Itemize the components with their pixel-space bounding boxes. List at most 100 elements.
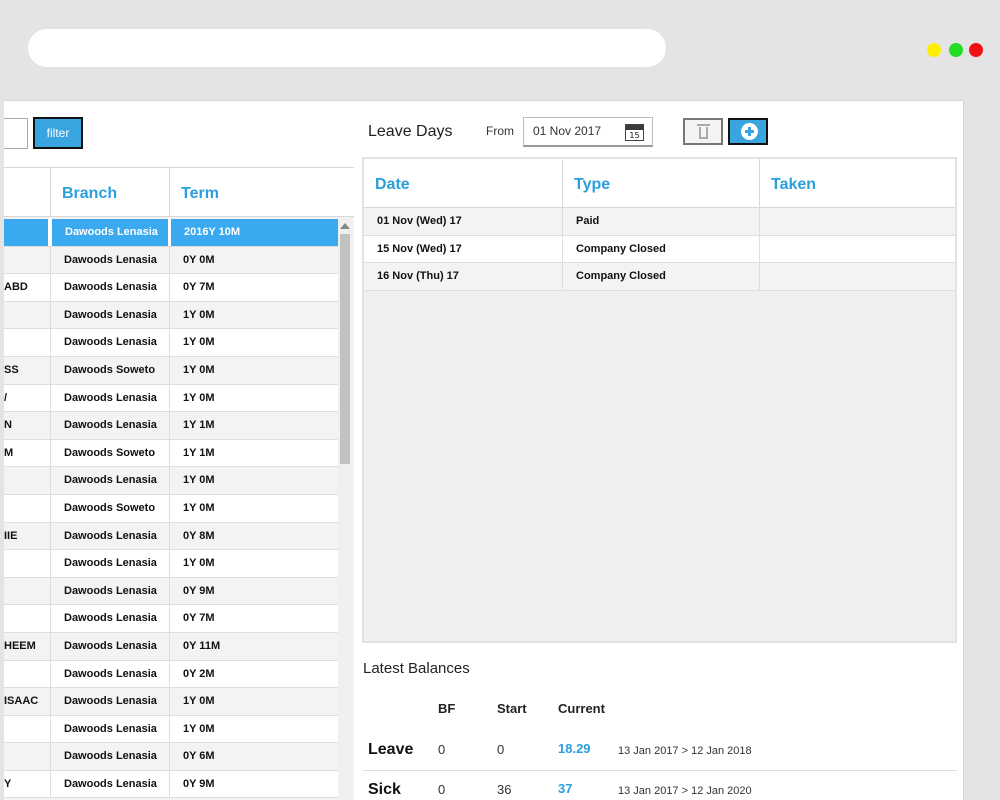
table-row[interactable]: Dawoods Lenasia 1Y 0M — [4, 467, 338, 495]
employee-name-cell — [4, 329, 48, 356]
latest-balances-title: Latest Balances — [363, 660, 470, 677]
employee-name-cell — [4, 605, 48, 632]
employee-name-cell — [4, 743, 48, 770]
table-row[interactable]: ISAAC Dawoods Lenasia 1Y 0M — [4, 688, 338, 716]
employee-grid-scrollbar[interactable] — [338, 219, 352, 800]
from-date-picker[interactable]: 01 Nov 2017 15 — [523, 117, 653, 147]
table-row[interactable]: N Dawoods Lenasia 1Y 1M — [4, 412, 338, 440]
leave-date-cell: 15 Nov (Wed) 17 — [377, 242, 462, 255]
balance-header-bf: BF — [438, 701, 456, 716]
branch-cell: Dawoods Lenasia — [50, 219, 168, 246]
term-cell: 0Y 7M — [169, 274, 338, 302]
table-row[interactable]: M Dawoods Soweto 1Y 1M — [4, 439, 338, 468]
term-cell: 0Y 11M — [169, 632, 338, 660]
branch-cell: Dawoods Lenasia — [50, 467, 168, 495]
leave-type-cell: Paid — [562, 208, 759, 235]
table-row[interactable]: / Dawoods Lenasia 1Y 0M — [4, 384, 338, 413]
employee-name-cell — [4, 302, 48, 329]
employee-name-cell: ABD — [4, 281, 28, 294]
table-row[interactable]: Dawoods Lenasia 0Y 7M — [4, 605, 338, 633]
branch-cell: Dawoods Soweto — [50, 356, 168, 384]
leave-days-title: Leave Days — [368, 123, 453, 140]
scroll-up-icon[interactable] — [340, 223, 350, 229]
branch-cell: Dawoods Soweto — [50, 494, 168, 522]
leave-taken-cell — [759, 208, 957, 235]
branch-cell: Dawoods Lenasia — [50, 743, 168, 771]
employee-name-cell — [4, 716, 48, 743]
table-row[interactable]: Dawoods Lenasia 1Y 0M — [4, 715, 338, 744]
column-header-type[interactable]: Type — [562, 159, 759, 208]
branch-cell: Dawoods Lenasia — [50, 384, 168, 412]
term-cell: 1Y 0M — [169, 494, 338, 522]
trash-icon — [697, 124, 710, 139]
column-header-date[interactable]: Date — [364, 159, 562, 208]
branch-cell: Dawoods Lenasia — [50, 550, 168, 578]
table-row[interactable]: Dawoods Soweto 1Y 0M — [4, 494, 338, 523]
column-header-name[interactable] — [4, 168, 51, 217]
employee-name-cell: HEEM — [4, 639, 36, 652]
close-button[interactable] — [969, 43, 983, 57]
employee-name-cell — [4, 578, 48, 605]
table-row[interactable]: Dawoods Lenasia 0Y 2M — [4, 660, 338, 689]
leave-date-cell: 01 Nov (Wed) 17 — [377, 215, 462, 227]
minimize-button[interactable] — [927, 43, 941, 57]
balance-sick-range: 13 Jan 2017 > 12 Jan 2020 — [618, 785, 752, 797]
table-row[interactable]: ABD Dawoods Lenasia 0Y 7M — [4, 274, 338, 302]
address-bar[interactable] — [28, 29, 666, 67]
employee-name-cell: SS — [4, 363, 19, 376]
table-row[interactable]: Dawoods Lenasia 2016Y 10M — [4, 219, 338, 247]
term-cell: 0Y 0M — [169, 246, 338, 274]
employee-name-cell: ISAAC — [4, 695, 39, 708]
column-header-term[interactable]: Term — [169, 168, 337, 217]
table-row[interactable]: 01 Nov (Wed) 17 Paid — [364, 208, 955, 236]
delete-button[interactable] — [683, 118, 723, 145]
column-header-taken[interactable]: Taken — [759, 159, 957, 208]
app-window: filter Branch Term Dawoods Lenasia 2016Y … — [4, 100, 964, 800]
employee-name-cell: N — [4, 419, 12, 432]
branch-cell: Dawoods Lenasia — [50, 715, 168, 743]
table-row[interactable]: 16 Nov (Thu) 17 Company Closed — [364, 263, 955, 291]
term-cell: 0Y 2M — [169, 660, 338, 688]
balance-leave-bf: 0 — [438, 742, 446, 757]
table-row[interactable]: Dawoods Lenasia 1Y 0M — [4, 329, 338, 357]
balance-sick-current: 37 — [558, 781, 573, 796]
term-cell: 1Y 1M — [169, 412, 338, 440]
branch-cell: Dawoods Lenasia — [50, 632, 168, 660]
table-row[interactable]: HEEM Dawoods Lenasia 0Y 11M — [4, 632, 338, 661]
balance-leave-range: 13 Jan 2017 > 12 Jan 2018 — [618, 745, 752, 757]
plus-circle-icon — [741, 123, 758, 140]
table-row[interactable]: 15 Nov (Wed) 17 Company Closed — [364, 235, 955, 264]
add-button[interactable] — [728, 118, 768, 145]
term-cell: 0Y 6M — [169, 743, 338, 771]
balance-leave-start: 0 — [497, 742, 505, 757]
branch-cell: Dawoods Lenasia — [50, 329, 168, 357]
filter-button[interactable]: filter — [33, 117, 83, 149]
calendar-icon[interactable]: 15 — [625, 124, 644, 141]
employee-name-cell — [4, 495, 48, 522]
table-row[interactable]: Dawoods Lenasia 1Y 0M — [4, 550, 338, 578]
table-row[interactable]: Dawoods Lenasia 0Y 9M — [4, 577, 338, 606]
column-header-branch[interactable]: Branch — [50, 168, 168, 217]
employee-name-cell — [4, 247, 48, 274]
table-row[interactable]: Y Dawoods Lenasia 0Y 9M — [4, 770, 338, 799]
table-row[interactable]: SS Dawoods Soweto 1Y 0M — [4, 356, 338, 385]
table-row[interactable]: Dawoods Lenasia 0Y 0M — [4, 246, 338, 275]
branch-cell: Dawoods Soweto — [50, 439, 168, 467]
table-row[interactable]: Dawoods Lenasia 0Y 6M — [4, 743, 338, 771]
search-input[interactable] — [4, 118, 28, 149]
table-row[interactable]: IIE Dawoods Lenasia 0Y 8M — [4, 522, 338, 551]
from-label: From — [486, 124, 514, 138]
table-row[interactable]: Dawoods Lenasia 1Y 0M — [4, 301, 338, 330]
scroll-thumb[interactable] — [340, 234, 350, 464]
leave-taken-cell — [759, 263, 957, 291]
term-cell: 0Y 9M — [169, 577, 338, 605]
employee-name-cell — [4, 219, 48, 246]
term-cell: 1Y 0M — [169, 329, 338, 357]
branch-cell: Dawoods Lenasia — [50, 770, 168, 798]
maximize-button[interactable] — [949, 43, 963, 57]
term-cell: 1Y 0M — [169, 715, 338, 743]
branch-cell: Dawoods Lenasia — [50, 688, 168, 716]
employee-name-cell: IIE — [4, 529, 18, 542]
branch-cell: Dawoods Lenasia — [50, 522, 168, 550]
balance-label-sick: Sick — [368, 781, 401, 798]
